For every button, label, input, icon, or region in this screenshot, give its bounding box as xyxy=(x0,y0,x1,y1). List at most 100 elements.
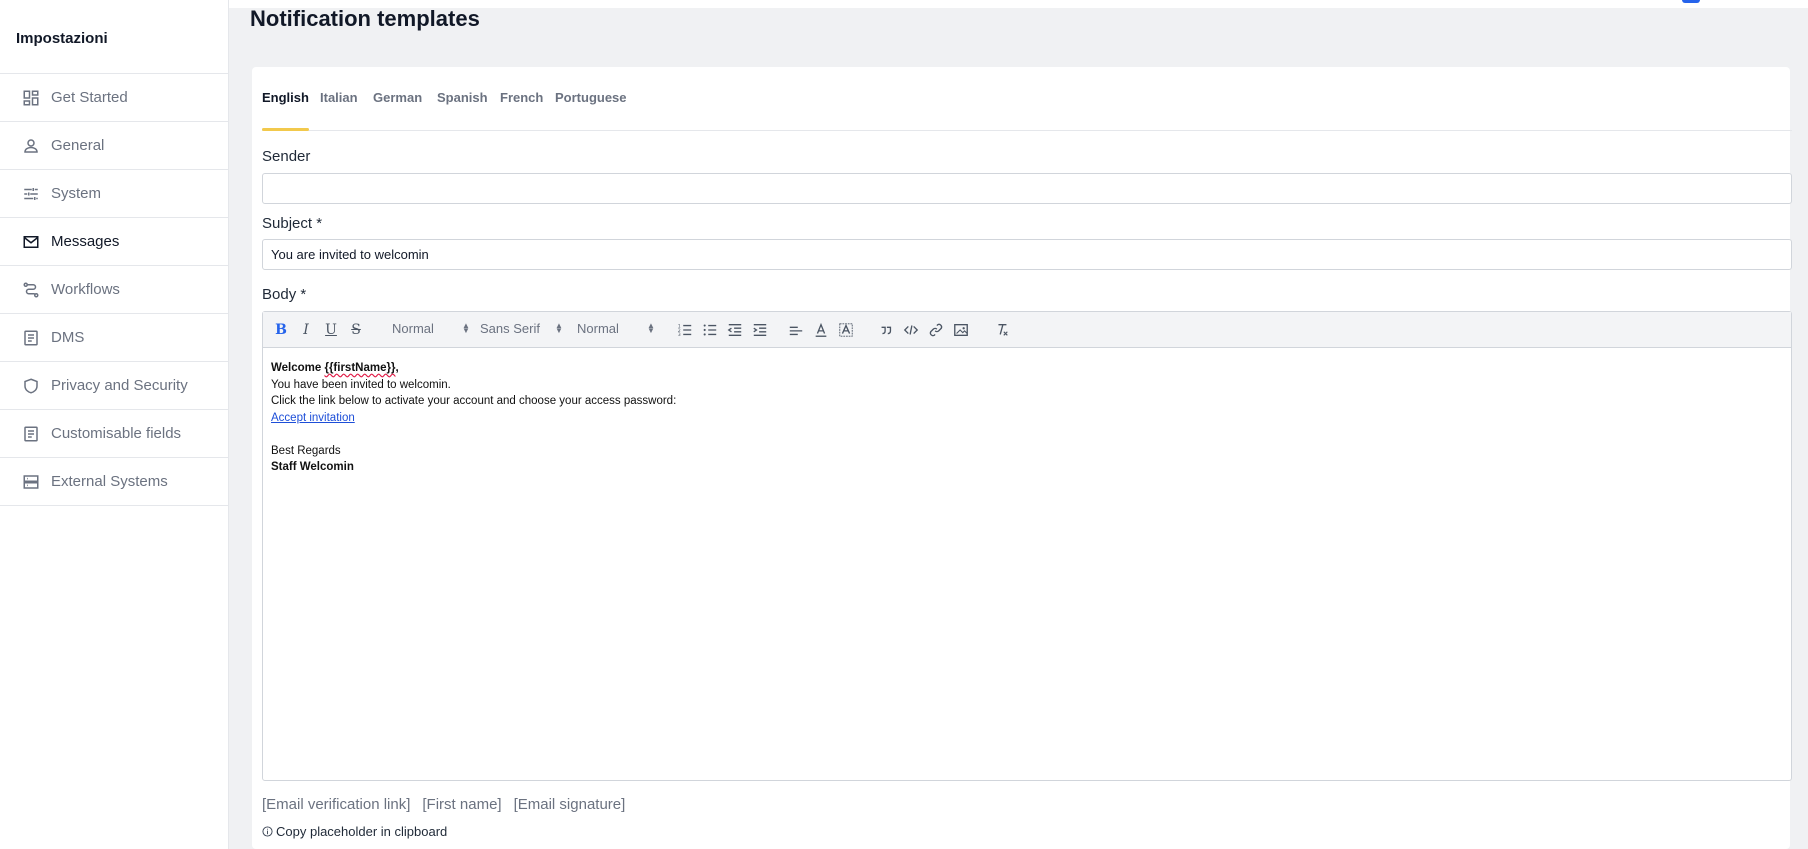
text-color-icon xyxy=(815,322,827,337)
code-icon xyxy=(903,325,919,335)
settings-sidebar: Impostazioni Get Started General System xyxy=(0,0,229,849)
sidebar-item-label: System xyxy=(51,185,102,202)
editor-toolbar: B I U S Normal ▲ ▼ Sans Serif ▲ ▼ Normal ▲… xyxy=(263,312,1791,348)
image-icon xyxy=(954,324,968,336)
placeholder-email-verification-link[interactable]: [Email verification link] xyxy=(262,796,410,813)
blockquote-button[interactable] xyxy=(877,321,895,339)
sidebar-item-label: Get Started xyxy=(51,89,128,106)
dashboard-icon xyxy=(21,88,41,108)
sidebar-title: Impostazioni xyxy=(16,30,108,47)
accept-invitation-link[interactable]: Accept invitation xyxy=(271,412,355,424)
bullet-list-icon xyxy=(703,324,717,336)
size-select[interactable]: Normal ▲ ▼ xyxy=(577,321,657,336)
sliders-icon xyxy=(21,184,41,204)
sidebar-item-dms[interactable]: DMS xyxy=(0,314,229,362)
route-icon xyxy=(21,280,41,300)
tab-italian[interactable]: Italian xyxy=(320,90,358,105)
sidebar-item-general[interactable]: General xyxy=(0,122,229,170)
sidebar-item-label: Workflows xyxy=(51,281,120,298)
code-block-button[interactable] xyxy=(902,321,920,339)
bullet-list-button[interactable] xyxy=(701,321,719,339)
font-select[interactable]: Sans Serif ▲ ▼ xyxy=(480,321,565,336)
copy-hint: Copy placeholder in clipboard xyxy=(262,824,447,839)
indent-button[interactable] xyxy=(751,321,769,339)
mail-icon xyxy=(21,232,41,252)
tab-english[interactable]: English xyxy=(262,90,309,105)
font-select-value: Sans Serif xyxy=(480,321,540,336)
sidebar-item-label: External Systems xyxy=(51,473,168,490)
ordered-list-icon: 123 xyxy=(678,323,692,338)
align-button[interactable] xyxy=(787,321,805,339)
shield-icon xyxy=(21,376,41,396)
greeting-variable: {{firstName}} xyxy=(324,362,396,374)
body-editor: B I U S Normal ▲ ▼ Sans Serif ▲ ▼ Normal ▲… xyxy=(262,311,1792,781)
accept-invitation-line: Accept invitation xyxy=(271,410,676,427)
empty-line xyxy=(271,426,676,443)
indent-icon xyxy=(753,324,767,336)
outdent-icon xyxy=(727,324,742,336)
align-left-icon xyxy=(789,326,803,336)
instruction-line: Click the link below to activate your ac… xyxy=(271,395,677,407)
bold-button[interactable]: B xyxy=(272,321,290,339)
tab-portuguese[interactable]: Portuguese xyxy=(555,90,627,105)
sidebar-list: Get Started General System Messages Work… xyxy=(0,73,229,506)
sidebar-item-privacy-and-security[interactable]: Privacy and Security xyxy=(0,362,229,410)
background-color-button[interactable] xyxy=(837,321,855,339)
header-select[interactable]: Normal ▲ ▼ xyxy=(392,321,472,336)
select-arrows-icon: ▲ ▼ xyxy=(647,321,655,335)
sidebar-item-label: General xyxy=(51,137,105,154)
background-color-icon xyxy=(839,323,853,337)
quote-icon xyxy=(881,326,892,335)
sidebar-item-system[interactable]: System xyxy=(0,170,229,218)
sidebar-item-external-systems[interactable]: External Systems xyxy=(0,458,229,506)
sidebar-item-messages[interactable]: Messages xyxy=(0,218,229,266)
link-button[interactable] xyxy=(927,321,945,339)
placeholder-email-signature[interactable]: [Email signature] xyxy=(514,796,626,813)
clear-formatting-button[interactable] xyxy=(993,321,1011,339)
copy-hint-text: Copy placeholder in clipboard xyxy=(276,824,448,839)
sidebar-item-workflows[interactable]: Workflows xyxy=(0,266,229,314)
sender-label: Sender xyxy=(262,148,311,165)
link-icon xyxy=(929,323,943,337)
italic-button[interactable]: I xyxy=(297,321,315,339)
greeting-line: Welcome {{firstName}}, xyxy=(271,360,676,377)
greeting-suffix: , xyxy=(395,362,399,374)
text-color-button[interactable] xyxy=(812,321,830,339)
person-icon xyxy=(21,136,41,156)
greeting-text: Welcome xyxy=(271,362,325,374)
size-select-value: Normal xyxy=(577,321,619,336)
underline-button[interactable]: U xyxy=(322,321,340,339)
sender-input[interactable] xyxy=(262,173,1792,204)
select-arrows-icon: ▲ ▼ xyxy=(462,321,470,335)
sidebar-item-get-started[interactable]: Get Started xyxy=(0,74,229,122)
page-title: Notification templates xyxy=(250,6,480,31)
strikethrough-button[interactable]: S xyxy=(347,321,365,339)
tab-spanish[interactable]: Spanish xyxy=(437,90,488,105)
ordered-list-button[interactable]: 123 xyxy=(676,321,694,339)
clear-formatting-icon xyxy=(998,324,1008,336)
placeholder-first-name[interactable]: [First name] xyxy=(422,796,501,813)
sidebar-item-label: DMS xyxy=(51,329,85,346)
svg-text:3: 3 xyxy=(678,332,681,338)
sidebar-item-label: Privacy and Security xyxy=(51,377,188,394)
sidebar-item-label: Customisable fields xyxy=(51,425,182,442)
signature-line: Staff Welcomin xyxy=(271,461,354,473)
tab-french[interactable]: French xyxy=(500,90,543,105)
image-button[interactable] xyxy=(952,321,970,339)
language-tabs: English Italian German Spanish French Po… xyxy=(262,67,1792,131)
document-icon xyxy=(21,328,41,348)
subject-input[interactable] xyxy=(262,239,1792,270)
outdent-button[interactable] xyxy=(726,321,744,339)
active-tab-indicator xyxy=(262,128,309,131)
app-root: Impostazioni Get Started General System xyxy=(0,0,1808,849)
editor-content[interactable]: Welcome {{firstName}}, You have been inv… xyxy=(271,360,676,476)
storage-icon xyxy=(21,472,41,492)
top-avatar-edge xyxy=(1682,0,1700,3)
header-select-value: Normal xyxy=(392,321,434,336)
subject-label: Subject * xyxy=(262,215,323,232)
sidebar-item-label: Messages xyxy=(51,233,120,250)
sidebar-item-customisable-fields[interactable]: Customisable fields xyxy=(0,410,229,458)
tab-german[interactable]: German xyxy=(373,90,422,105)
select-arrows-icon: ▲ ▼ xyxy=(555,321,563,335)
info-icon xyxy=(262,826,273,837)
